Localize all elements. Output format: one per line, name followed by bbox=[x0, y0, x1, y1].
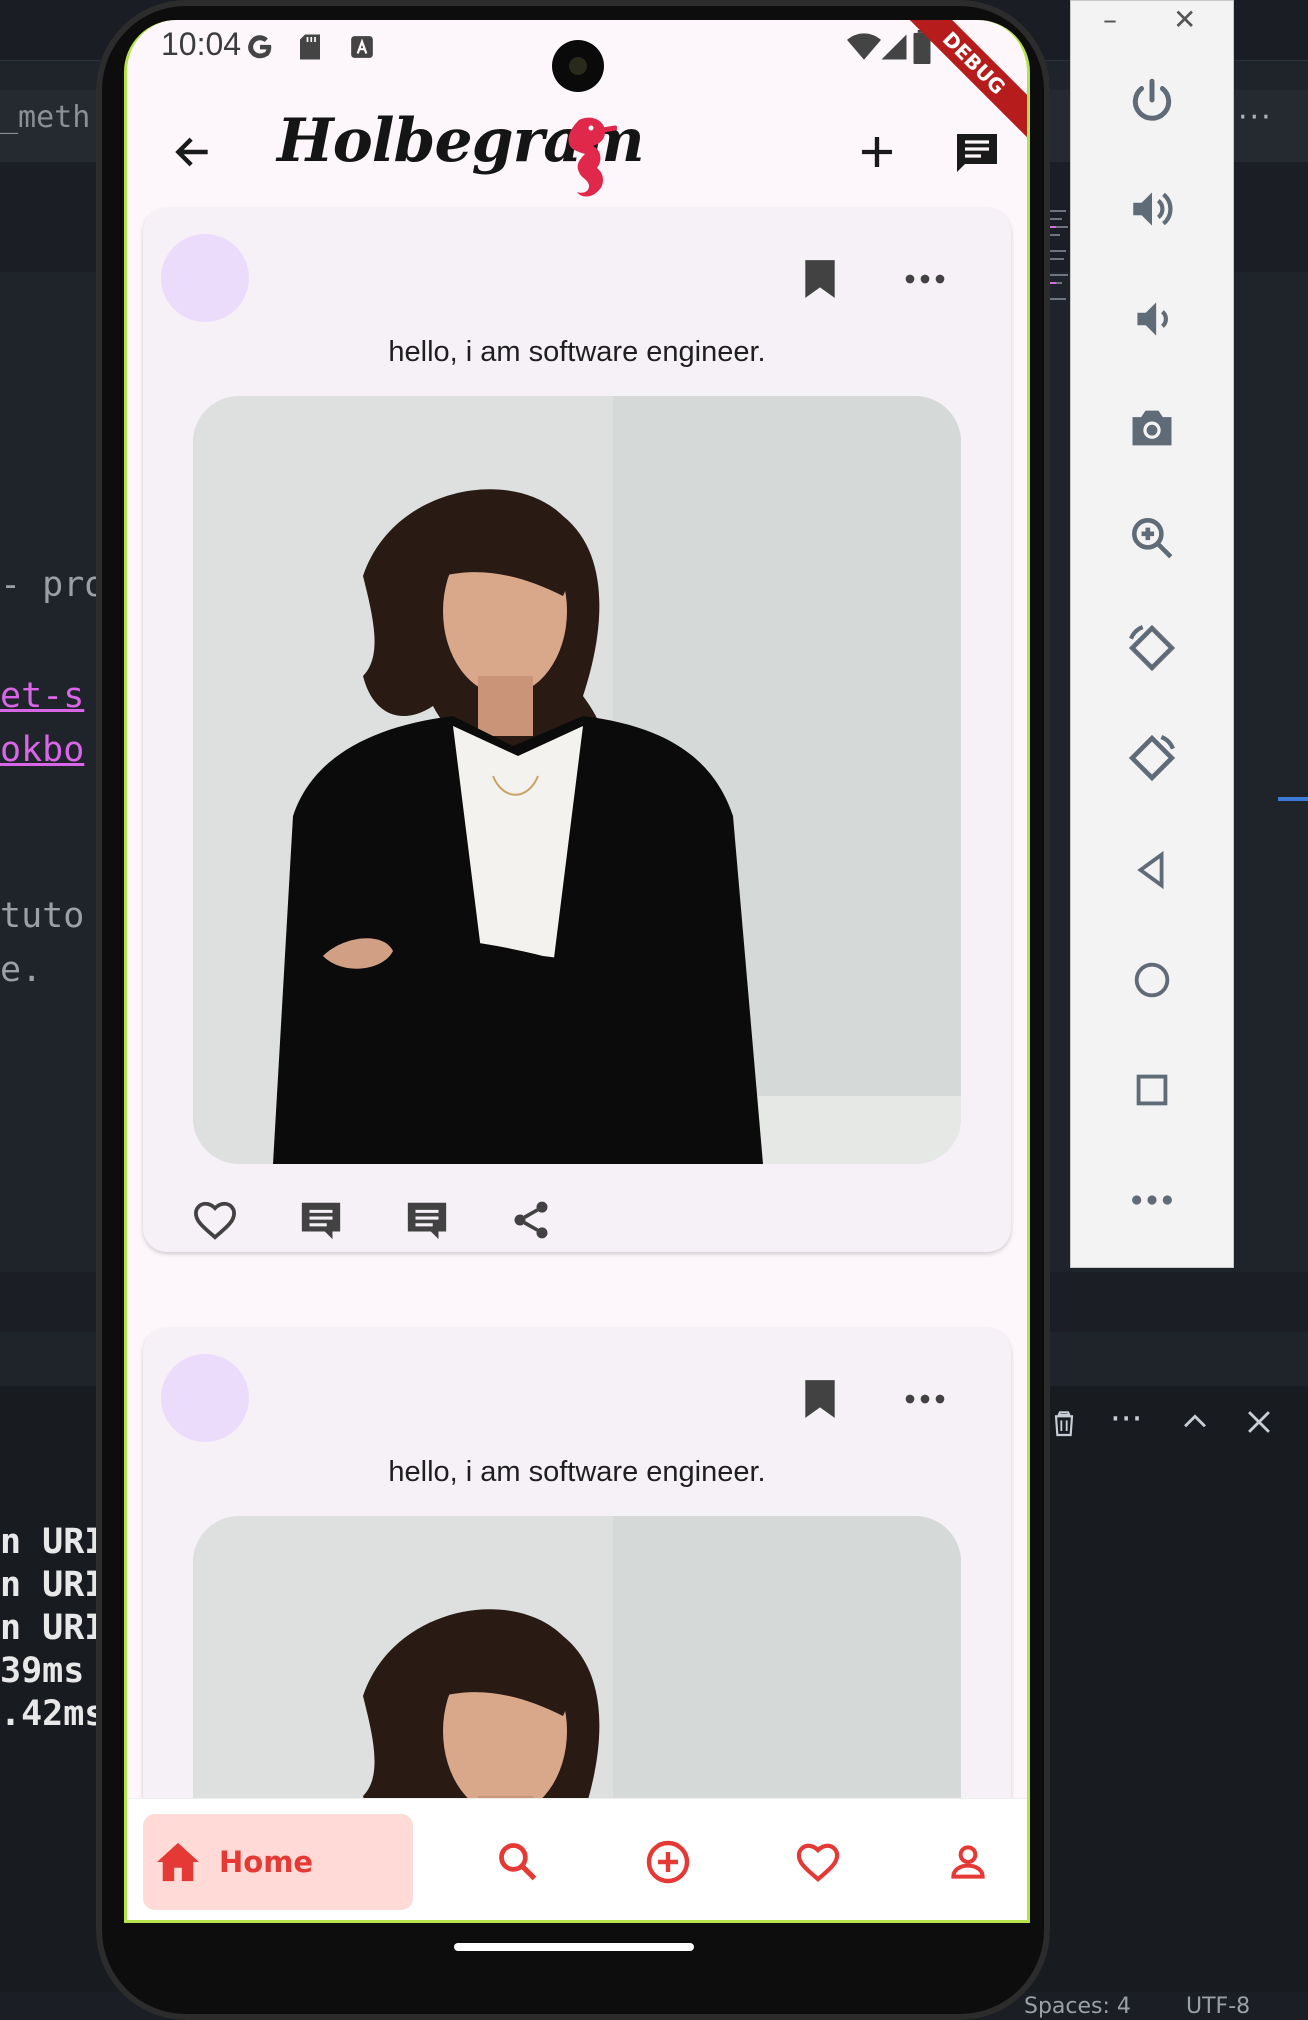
home-icon bbox=[157, 1842, 199, 1882]
code-link[interactable]: et-s bbox=[0, 676, 84, 716]
ide-more-icon[interactable]: ··· bbox=[1238, 100, 1273, 135]
code-link[interactable]: okbo bbox=[0, 730, 84, 770]
google-g-icon bbox=[248, 35, 272, 59]
post-options-button[interactable] bbox=[895, 1374, 955, 1424]
bookmark-icon bbox=[805, 260, 835, 298]
terminal-line: n URI bbox=[0, 1608, 106, 1648]
plus-icon bbox=[862, 137, 892, 167]
status-encoding[interactable]: UTF-8 bbox=[1186, 1994, 1250, 2019]
ide-tab-label[interactable]: _meth bbox=[0, 100, 90, 135]
nav-favorites[interactable] bbox=[783, 1827, 853, 1897]
add-circle-icon bbox=[646, 1840, 690, 1884]
post-card: hello, i am software engineer. bbox=[143, 208, 1011, 1252]
avatar[interactable] bbox=[161, 234, 249, 322]
emulator-more-button[interactable] bbox=[1071, 1155, 1233, 1245]
close-button[interactable]: ✕ bbox=[1173, 3, 1196, 36]
gesture-home-indicator[interactable] bbox=[454, 1943, 694, 1951]
signal-icon bbox=[881, 34, 907, 60]
messages-button[interactable] bbox=[947, 122, 1007, 182]
terminal-toolbar: ··· bbox=[1040, 1399, 1308, 1455]
volume-down-icon bbox=[1137, 302, 1168, 336]
bottom-navigation: Home bbox=[127, 1798, 1027, 1920]
volume-up-icon bbox=[1133, 192, 1173, 226]
back-triangle-icon bbox=[1137, 850, 1164, 890]
rotate-right-button[interactable] bbox=[1071, 713, 1233, 803]
terminal-line: 39ms bbox=[0, 1651, 85, 1691]
nav-home[interactable]: Home bbox=[143, 1814, 413, 1910]
back-button[interactable] bbox=[1071, 825, 1233, 915]
share-button[interactable] bbox=[499, 1188, 563, 1252]
comment-icon bbox=[407, 1202, 447, 1240]
terminal-line: .42ms bbox=[0, 1694, 106, 1734]
overview-button[interactable] bbox=[1071, 1045, 1233, 1135]
post-actions bbox=[183, 1188, 683, 1258]
code-line: - pro bbox=[0, 565, 106, 605]
overview-square-icon bbox=[1136, 1074, 1168, 1106]
home-button[interactable] bbox=[1071, 935, 1233, 1025]
nav-profile[interactable] bbox=[933, 1827, 1003, 1897]
nav-search[interactable] bbox=[483, 1827, 553, 1897]
front-camera bbox=[552, 40, 604, 92]
home-circle-icon bbox=[1134, 962, 1170, 998]
sd-card-icon bbox=[300, 34, 320, 60]
status-time: 10:04 bbox=[161, 26, 242, 62]
arrow-back-icon bbox=[175, 137, 208, 167]
rotate-left-button[interactable] bbox=[1071, 603, 1233, 693]
post-options-button[interactable] bbox=[895, 254, 955, 304]
phone-screen: 10:04 DEBUG Holbegram hello, i am softwa… bbox=[124, 20, 1030, 1923]
zoom-button[interactable] bbox=[1071, 493, 1233, 583]
accessibility-a-icon bbox=[351, 36, 373, 58]
more-horiz-icon bbox=[905, 274, 945, 284]
bookmark-button[interactable] bbox=[795, 1374, 845, 1424]
more-dots-icon[interactable]: ··· bbox=[1110, 1399, 1142, 1439]
code-line: tuto bbox=[0, 896, 85, 936]
rotate-left-icon bbox=[1128, 624, 1176, 672]
seahorse-logo-icon bbox=[557, 106, 618, 216]
trash-icon[interactable] bbox=[1048, 1405, 1080, 1450]
heart-outline-icon bbox=[193, 1201, 237, 1240]
bookmark-button[interactable] bbox=[795, 254, 845, 304]
nav-home-label: Home bbox=[219, 1845, 314, 1879]
zoom-in-icon bbox=[1132, 518, 1173, 559]
search-icon bbox=[499, 1843, 537, 1881]
chevron-up-icon[interactable] bbox=[1178, 1405, 1212, 1448]
add-post-button[interactable] bbox=[847, 122, 907, 182]
minimize-button[interactable]: – bbox=[1103, 3, 1117, 36]
like-button[interactable] bbox=[183, 1188, 247, 1252]
app-bar: Holbegram bbox=[127, 86, 1027, 216]
terminal-line: n URI bbox=[0, 1522, 106, 1562]
post-image[interactable] bbox=[193, 396, 961, 1164]
minimap[interactable] bbox=[1050, 210, 1072, 310]
avatar[interactable] bbox=[161, 1354, 249, 1442]
share-icon bbox=[514, 1201, 548, 1239]
screenshot-button[interactable] bbox=[1071, 383, 1233, 473]
bookmark-icon bbox=[805, 1380, 835, 1418]
nav-add[interactable] bbox=[633, 1827, 703, 1897]
close-icon[interactable] bbox=[1242, 1405, 1276, 1448]
person-outline-icon bbox=[951, 1845, 985, 1879]
rotate-right-icon bbox=[1128, 734, 1176, 782]
message-button[interactable] bbox=[395, 1188, 459, 1252]
code-line: e. bbox=[0, 950, 43, 990]
power-icon bbox=[1132, 78, 1172, 121]
comment-button[interactable] bbox=[289, 1188, 353, 1252]
terminal-line: n URI bbox=[0, 1565, 106, 1605]
status-spaces[interactable]: Spaces: 4 bbox=[1024, 1994, 1131, 2019]
volume-up-button[interactable] bbox=[1071, 164, 1233, 254]
emulator-controls-panel: – ✕ bbox=[1070, 0, 1234, 1268]
camera-icon bbox=[1132, 410, 1172, 446]
post-caption: hello, i am software engineer. bbox=[388, 1456, 766, 1488]
more-dots-icon bbox=[1132, 1195, 1172, 1205]
back-button[interactable] bbox=[163, 122, 223, 182]
chat-icon bbox=[957, 134, 997, 172]
volume-down-button[interactable] bbox=[1071, 274, 1233, 364]
post-caption: hello, i am software engineer. bbox=[388, 336, 766, 368]
wifi-icon bbox=[847, 33, 881, 60]
scroll-position-marker bbox=[1278, 797, 1308, 801]
power-button[interactable] bbox=[1071, 55, 1233, 145]
comment-icon bbox=[301, 1202, 341, 1240]
more-horiz-icon bbox=[905, 1394, 945, 1404]
heart-outline-icon bbox=[796, 1843, 840, 1882]
